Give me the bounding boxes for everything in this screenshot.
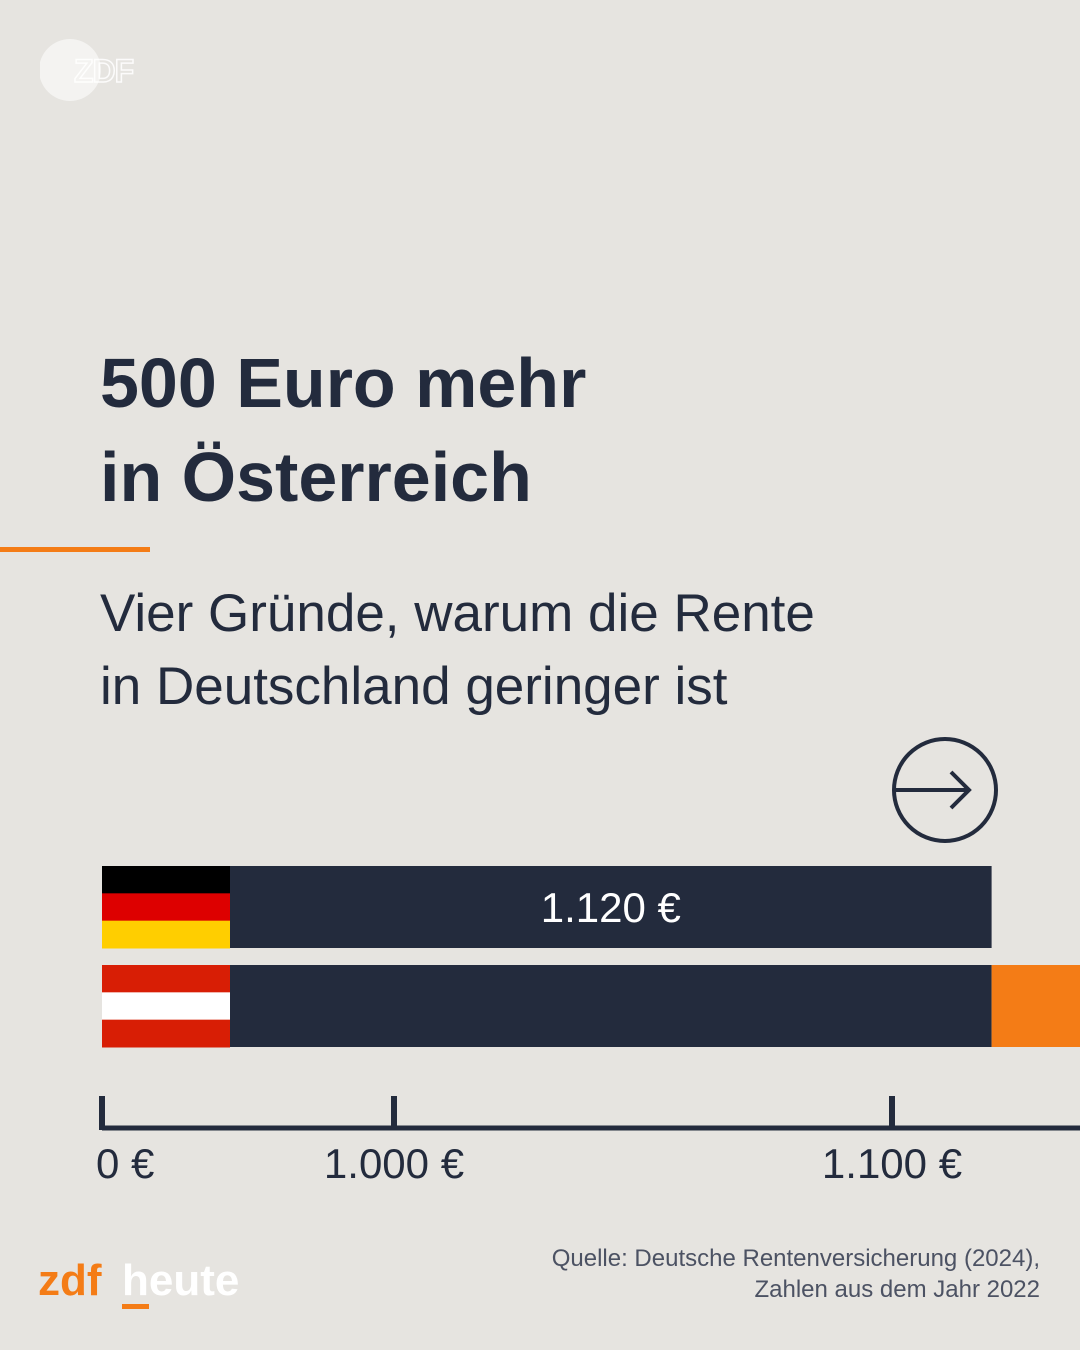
bar-österreich xyxy=(102,965,992,1047)
flag-stripe xyxy=(102,866,230,894)
germany-flag-icon xyxy=(102,866,230,949)
zdf-watermark-text: ZDF xyxy=(74,53,134,89)
zdf-watermark-logo: ZDF xyxy=(40,39,135,101)
flag-stripe xyxy=(102,1019,230,1048)
next-button[interactable] xyxy=(891,736,999,844)
source-line-2: Zahlen aus dem Jahr 2022 xyxy=(754,1276,1040,1303)
flag-stripe xyxy=(102,893,230,922)
x-tick-label: 0 € xyxy=(96,1140,154,1187)
subheadline: Vier Gründe, warum die Rente in Deutschl… xyxy=(100,577,1040,723)
zdfheute-logo: zdf heute xyxy=(38,1256,239,1309)
subheadline-line-1: Vier Gründe, warum die Rente xyxy=(100,584,815,643)
flag-stripe xyxy=(102,965,230,993)
logo-zdf-text: zdf xyxy=(38,1256,102,1305)
chart-canvas: 1.120 € 0 € 1.000 € 1.100 € xyxy=(96,866,1080,1187)
subheadline-line-2: in Deutschland geringer ist xyxy=(100,657,728,716)
headline-line-1: 500 Euro mehr xyxy=(100,344,587,422)
source-line-1: Quelle: Deutsche Rentenversicherung (202… xyxy=(551,1245,1040,1272)
source-note: Quelle: Deutsche Rentenversicherung (202… xyxy=(552,1243,1040,1305)
austria-flag-icon xyxy=(102,965,230,1048)
bar-value-label: 1.120 € xyxy=(541,884,681,931)
headline: 500 Euro mehr in Österreich xyxy=(100,336,1000,524)
headline-line-2: in Österreich xyxy=(100,438,532,516)
x-tick-label: 1.100 € xyxy=(822,1140,962,1187)
pension-bar-chart: 1.120 € 0 € 1.000 € 1.100 € xyxy=(0,860,1080,1200)
x-tick-label: 1.000 € xyxy=(324,1140,464,1187)
accent-divider xyxy=(0,547,150,552)
logo-heute-text: heute xyxy=(122,1256,239,1305)
flag-stripe xyxy=(102,992,230,1021)
arrow-right-circle-icon xyxy=(892,737,998,843)
bar-difference-highlight xyxy=(991,965,1080,1047)
logo-underline xyxy=(122,1304,149,1309)
flag-stripe xyxy=(102,920,230,949)
